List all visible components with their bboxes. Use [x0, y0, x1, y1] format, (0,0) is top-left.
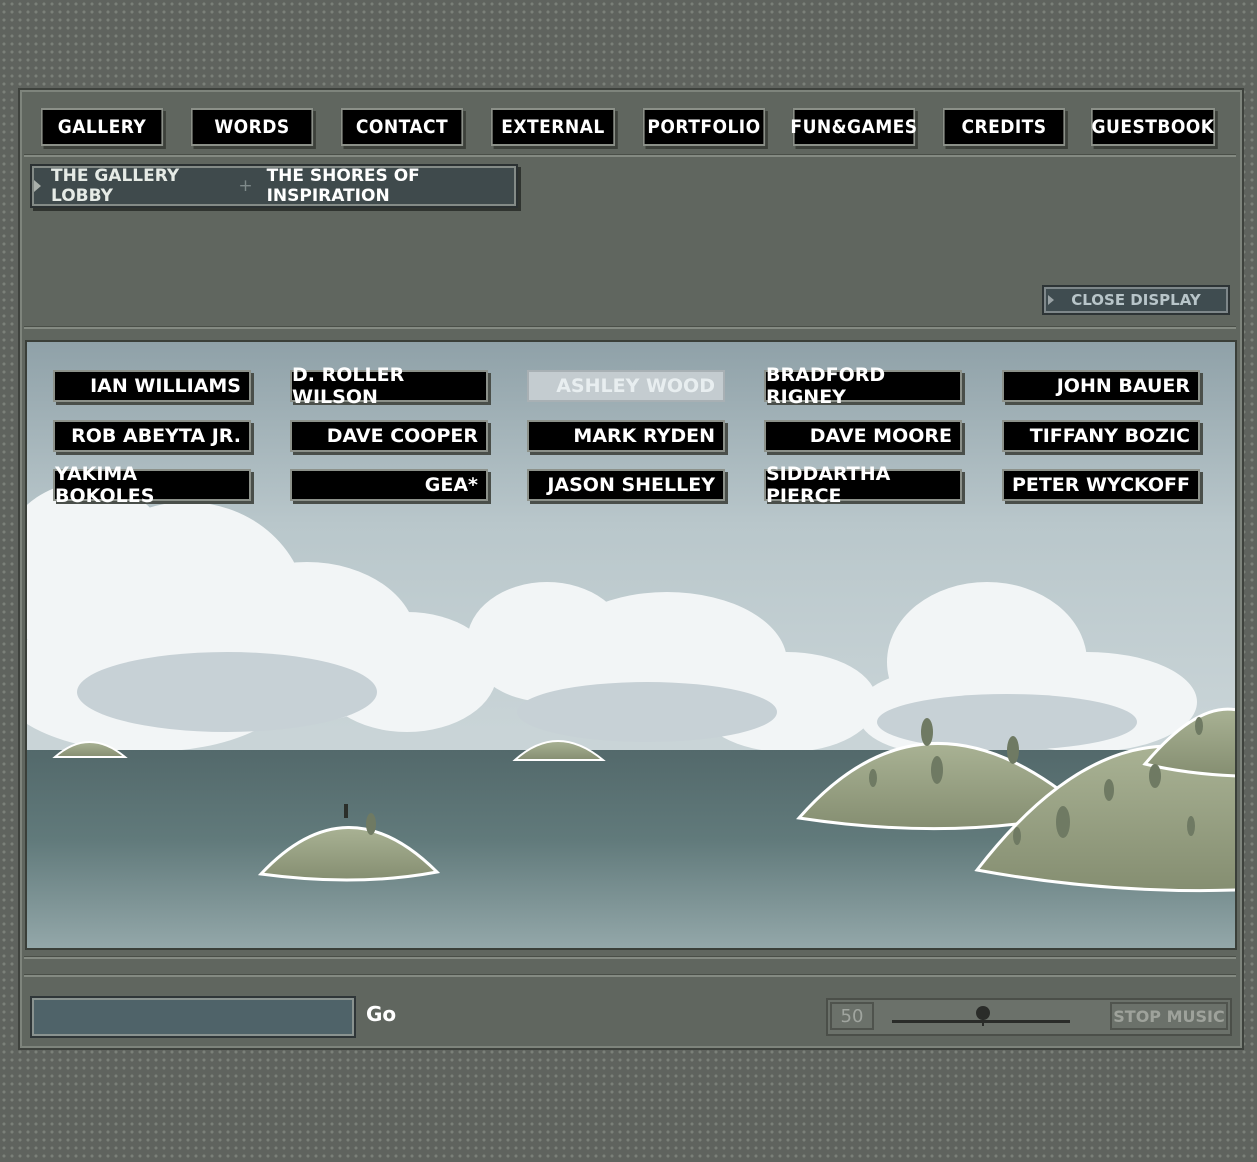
arrow-marker-icon	[1048, 295, 1054, 305]
artist-jason-shelley[interactable]: JASON SHELLEY	[527, 469, 725, 501]
arrow-marker-icon	[34, 180, 41, 192]
nav-words[interactable]: WORDS	[190, 108, 314, 146]
nav-credits[interactable]: CREDITS	[942, 108, 1066, 146]
search-input[interactable]	[30, 996, 356, 1038]
artist-ian-williams[interactable]: IAN WILLIAMS	[53, 370, 251, 402]
volume-slider-knob[interactable]	[976, 1006, 990, 1026]
artist-mark-ryden[interactable]: MARK RYDEN	[527, 420, 725, 452]
breadcrumb-current: THE SHORES OF INSPIRATION	[266, 166, 420, 206]
nav-guestbook[interactable]: GUESTBOOK	[1090, 108, 1216, 146]
artist-ashley-wood[interactable]: ASHLEY WOOD	[527, 370, 725, 402]
close-display-label: CLOSE DISPLAY	[1071, 291, 1201, 309]
artist-john-bauer[interactable]: JOHN BAUER	[1002, 370, 1200, 402]
stop-music-button[interactable]: STOP MUSIC	[1110, 1002, 1228, 1030]
gallery-scene: IAN WILLIAMS D. ROLLER WILSON ASHLEY WOO…	[25, 340, 1237, 950]
breadcrumb-separator: +	[238, 176, 253, 196]
nav-fun-games[interactable]: FUN&GAMES	[790, 108, 917, 146]
music-controls: 50 STOP MUSIC	[826, 998, 1232, 1036]
breadcrumb: THE GALLERY LOBBY + THE SHORES OF INSPIR…	[30, 164, 518, 208]
figure-icon	[344, 804, 348, 818]
artist-bradford-rigney[interactable]: BRADFORD RIGNEY	[764, 364, 962, 408]
volume-slider[interactable]	[892, 1020, 1070, 1023]
go-button[interactable]: Go	[366, 1002, 396, 1026]
artist-peter-wyckoff[interactable]: PETER WYCKOFF	[1002, 469, 1200, 501]
top-nav: GALLERY WORDS CONTACT EXTERNAL PORTFOLIO…	[34, 108, 1228, 148]
divider	[24, 154, 1236, 157]
artist-gea[interactable]: GEA*	[290, 469, 488, 501]
nav-contact[interactable]: CONTACT	[340, 108, 464, 146]
artist-tiffany-bozic[interactable]: TIFFANY BOZIC	[1002, 420, 1200, 452]
artist-d-roller-wilson[interactable]: D. ROLLER WILSON	[290, 364, 488, 408]
nav-portfolio[interactable]: PORTFOLIO	[642, 108, 766, 146]
close-display-button[interactable]: CLOSE DISPLAY	[1042, 285, 1230, 315]
nav-gallery[interactable]: GALLERY	[40, 108, 164, 146]
divider	[24, 956, 1236, 959]
divider	[24, 326, 1236, 329]
volume-value: 50	[830, 1002, 874, 1030]
artist-dave-cooper[interactable]: DAVE COOPER	[290, 420, 488, 452]
artist-yakima-bokoles[interactable]: YAKIMA BOKOLES	[53, 463, 251, 507]
nav-external[interactable]: EXTERNAL	[490, 108, 616, 146]
main-frame: GALLERY WORDS CONTACT EXTERNAL PORTFOLIO…	[18, 88, 1244, 1050]
artist-rob-abeyta-jr[interactable]: ROB ABEYTA JR.	[53, 420, 251, 452]
breadcrumb-lobby[interactable]: THE GALLERY LOBBY	[51, 166, 224, 206]
divider	[24, 974, 1236, 977]
artist-siddartha-pierce[interactable]: SIDDARTHA PIERCE	[764, 463, 962, 507]
artist-dave-moore[interactable]: DAVE MOORE	[764, 420, 962, 452]
